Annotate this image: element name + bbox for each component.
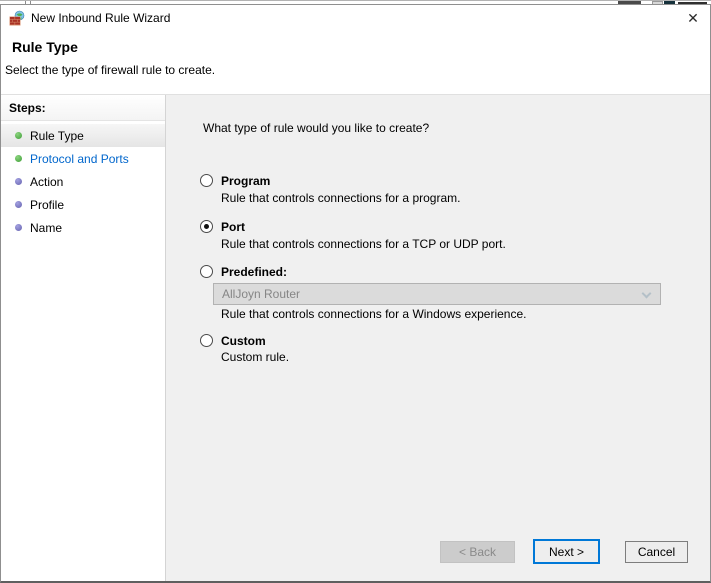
firewall-icon: [9, 10, 25, 26]
option-predefined[interactable]: Predefined:: [200, 264, 287, 279]
step-protocol-and-ports[interactable]: Protocol and Ports: [1, 147, 165, 170]
step-rule-type[interactable]: Rule Type: [1, 124, 165, 147]
option-custom[interactable]: Custom: [200, 333, 266, 348]
cancel-button[interactable]: Cancel: [625, 541, 688, 563]
option-program-description: Rule that controls connections for a pro…: [221, 191, 461, 205]
question-text: What type of rule would you like to crea…: [203, 121, 430, 135]
step-bullet-icon: [15, 201, 22, 208]
option-custom-description: Custom rule.: [221, 350, 290, 364]
step-bullet-icon: [15, 224, 22, 231]
close-icon[interactable]: ✕: [681, 6, 705, 30]
wizard-header: Rule Type Select the type of firewall ru…: [1, 31, 710, 95]
step-label: Profile: [30, 197, 65, 212]
step-profile: Profile: [1, 193, 165, 216]
step-action: Action: [1, 170, 165, 193]
next-button[interactable]: Next >: [533, 539, 600, 564]
radio-port[interactable]: [200, 220, 213, 233]
wizard-content: What type of rule would you like to crea…: [166, 95, 710, 581]
steps-sidebar: Steps: Rule Type Protocol and Ports Acti…: [1, 95, 166, 581]
step-bullet-icon: [15, 155, 22, 162]
step-bullet-icon: [15, 178, 22, 185]
radio-predefined[interactable]: [200, 265, 213, 278]
window-title: New Inbound Rule Wizard: [31, 11, 171, 25]
back-button[interactable]: < Back: [440, 541, 515, 563]
chevron-down-icon: [641, 288, 652, 299]
option-port-description: Rule that controls connections for a TCP…: [221, 237, 506, 251]
step-label: Protocol and Ports: [30, 151, 129, 166]
screen: New Inbound Rule Wizard ✕ Rule Type Sele…: [0, 0, 711, 583]
step-bullet-icon: [15, 132, 22, 139]
step-label: Name: [30, 220, 63, 235]
page-subtitle: Select the type of firewall rule to crea…: [5, 63, 216, 77]
option-program[interactable]: Program: [200, 173, 270, 188]
step-label: Action: [30, 174, 64, 189]
option-port[interactable]: Port: [200, 219, 245, 234]
page-title: Rule Type: [12, 39, 78, 55]
new-inbound-rule-wizard-dialog: New Inbound Rule Wizard ✕ Rule Type Sele…: [0, 4, 711, 583]
step-label: Rule Type: [30, 128, 84, 143]
title-bar[interactable]: New Inbound Rule Wizard ✕: [1, 5, 710, 31]
radio-program[interactable]: [200, 174, 213, 187]
option-predefined-label[interactable]: Predefined:: [221, 265, 287, 279]
option-port-label[interactable]: Port: [221, 220, 245, 234]
option-program-label[interactable]: Program: [221, 174, 270, 188]
step-name: Name: [1, 216, 165, 239]
wizard-body: Steps: Rule Type Protocol and Ports Acti…: [1, 95, 710, 581]
radio-custom[interactable]: [200, 334, 213, 347]
steps-list: Rule Type Protocol and Ports Action Prof…: [1, 121, 165, 239]
predefined-dropdown-value: AllJoyn Router: [222, 287, 301, 301]
steps-header: Steps:: [1, 95, 165, 121]
predefined-dropdown[interactable]: AllJoyn Router: [213, 283, 661, 305]
option-predefined-description: Rule that controls connections for a Win…: [221, 307, 527, 321]
option-custom-label[interactable]: Custom: [221, 334, 266, 348]
